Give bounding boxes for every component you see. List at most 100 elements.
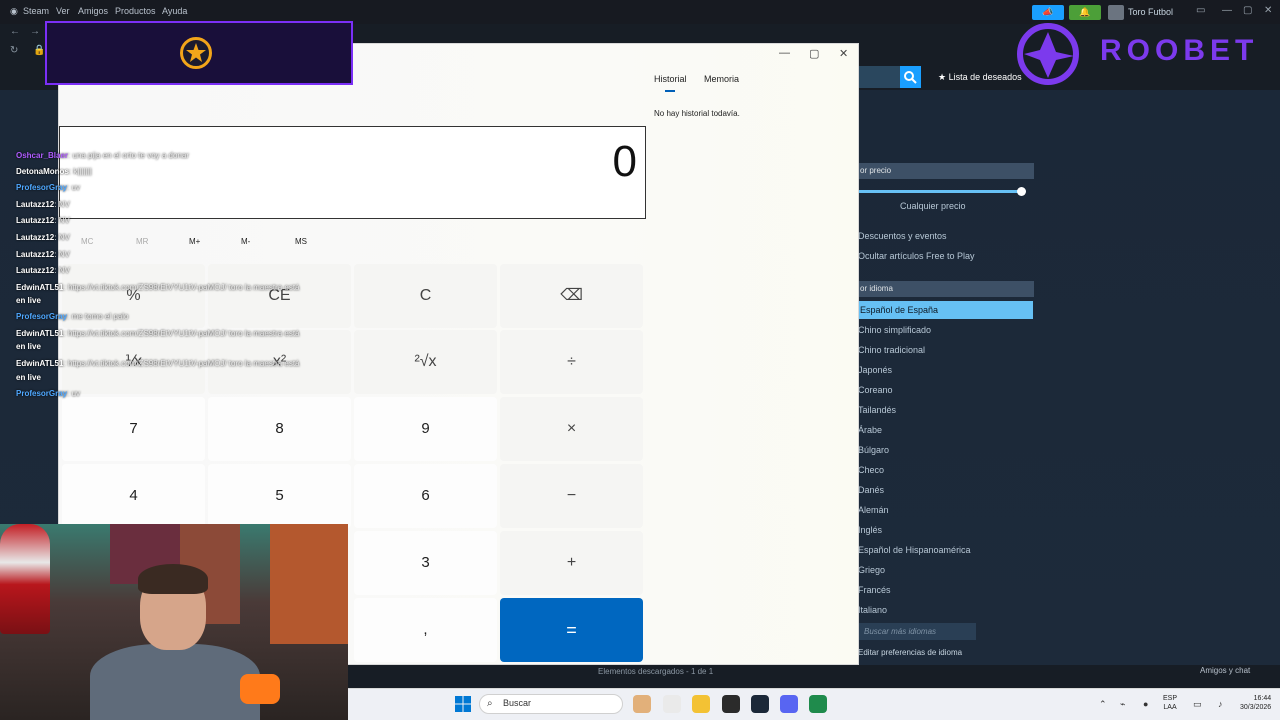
forward-icon[interactable]: → [30,26,40,37]
announce-button[interactable]: 📣 [1032,5,1064,20]
memory-recall-button[interactable]: MR [136,237,148,246]
tray-display-icon[interactable]: ▭ [1193,699,1202,710]
menu-amigos[interactable]: Amigos [78,6,108,16]
file-explorer-icon[interactable] [692,695,710,713]
calc-close-icon[interactable]: ✕ [839,47,848,60]
square-root-button[interactable]: ²√x [354,330,497,394]
maximize-icon[interactable]: ▢ [1243,5,1252,16]
language-selected[interactable]: Español de España [858,301,1033,319]
tab-memory[interactable]: Memoria [704,74,739,84]
tray-mic-icon[interactable]: ● [1143,699,1148,709]
filter-option-hide-free[interactable]: Ocultar artículos Free to Play [858,251,975,261]
digit-9-button[interactable]: 9 [354,397,497,461]
friends-chat-button[interactable]: Amigos y chat [1200,666,1250,675]
wishlist-link[interactable]: ★ Lista de deseados [938,72,1022,83]
calc-minimize-icon[interactable]: — [779,47,790,59]
memory-add-button[interactable]: M+ [189,237,200,246]
chat-text: : https://vt.tiktok.com/ZS98rEtVYU1tV-pa… [63,329,300,338]
digit-8-button[interactable]: 8 [208,397,351,461]
language-option[interactable]: Árabe [858,425,882,435]
tray-chevron-icon[interactable]: ⌃ [1099,699,1107,710]
divide-button[interactable]: ÷ [500,330,643,394]
language-option[interactable]: Griego [858,565,885,575]
menu-steam[interactable]: Steam [23,6,49,16]
downloads-status[interactable]: Elementos descargados - 1 de 1 [598,667,713,676]
chat-message: Lautazz12: NV [16,216,70,225]
minimize-icon[interactable]: — [1222,5,1232,16]
language-option[interactable]: Chino tradicional [858,345,925,355]
chat-message: EdwinATL51: https://vt.tiktok.com/ZS98rE… [16,283,300,292]
taskbar-clock[interactable]: 16:44 30/3/2026 [1240,694,1271,712]
add-button[interactable]: + [500,531,643,595]
menu-ver[interactable]: Ver [56,6,70,16]
language-filter-header[interactable]: or idioma [858,281,1034,297]
language-option[interactable]: Inglés [858,525,882,535]
discord-icon[interactable] [780,695,798,713]
taskbar-search-input[interactable]: ⌕ [479,694,623,714]
language-option[interactable]: Alemán [858,505,889,515]
chat-text: : NV [54,266,70,275]
avatar[interactable] [1108,5,1124,20]
equals-button[interactable]: = [500,598,643,662]
weather-widget-icon[interactable] [633,695,651,713]
language-option[interactable]: Danés [858,485,884,495]
backspace-button[interactable]: ⌫ [500,264,643,328]
display-value: 0 [612,137,637,186]
user-name[interactable]: Toro Futbol [1128,7,1173,17]
steam-logo-icon[interactable]: ◉ [10,6,18,17]
store-search-input[interactable] [858,66,900,88]
chat-username: ProfesorGray [16,312,68,321]
notifications-button[interactable]: 🔔 [1069,5,1101,20]
digit-5-button[interactable]: 5 [208,464,351,528]
language-option[interactable]: Búlgaro [858,445,889,455]
tab-history[interactable]: Historial [654,74,687,84]
language-option[interactable]: Francés [858,585,891,595]
clear-entry-button[interactable]: CE [208,264,351,328]
digit-6-button[interactable]: 6 [354,464,497,528]
digit-4-button[interactable]: 4 [62,464,205,528]
memory-store-button[interactable]: MS [295,237,307,246]
app-icon[interactable] [722,695,740,713]
language-option[interactable]: Checo [858,465,884,475]
chrome-icon[interactable] [663,695,681,713]
calc-maximize-icon[interactable]: ▢ [809,47,819,60]
bigpicture-icon[interactable]: ▭ [1196,5,1205,16]
language-option[interactable]: Chino simplificado [858,325,931,335]
language-option[interactable]: Coreano [858,385,893,395]
price-slider-handle[interactable] [1017,187,1026,196]
tray-volume-icon[interactable]: ♪ [1218,699,1223,709]
memory-subtract-button[interactable]: M- [241,237,250,246]
filter-option-discounts[interactable]: Descuentos y eventos [858,231,947,241]
language-indicator[interactable]: ESP LAA [1163,694,1177,712]
language-option[interactable]: Tailandés [858,405,896,415]
store-search-button[interactable] [900,66,921,88]
roobet-logo [1016,22,1080,86]
chat-text: : https://vt.tiktok.com/ZS98rEtVYU1tV-pa… [63,359,300,368]
multiply-button[interactable]: × [500,397,643,461]
back-icon[interactable]: ← [10,26,20,37]
reload-icon[interactable]: ↻ [10,45,18,56]
chat-message: EdwinATL51: https://vt.tiktok.com/ZS98rE… [16,329,300,338]
digit-7-button[interactable]: 7 [62,397,205,461]
steam-icon[interactable] [751,695,769,713]
chat-text: : NV [54,250,70,259]
decimal-button[interactable]: , [354,598,497,662]
price-slider[interactable] [858,190,1022,193]
clear-button[interactable]: C [354,264,497,328]
menu-productos[interactable]: Productos [115,6,156,16]
language-option[interactable]: Italiano [858,605,887,615]
calculator-icon[interactable] [809,695,827,713]
menu-ayuda[interactable]: Ayuda [162,6,187,16]
price-filter-header[interactable]: or precio [858,163,1034,179]
memory-clear-button[interactable]: MC [81,237,93,246]
tray-network-icon[interactable]: ⌁ [1120,699,1125,710]
language-option[interactable]: Japonés [858,365,892,375]
downloads-bar[interactable] [348,665,1280,688]
windows-start-icon[interactable] [455,696,471,712]
more-languages-input[interactable]: Buscar más idiomas [858,623,976,640]
close-icon[interactable]: ✕ [1264,5,1272,16]
language-option[interactable]: Español de Hispanoamérica [858,545,971,555]
subtract-button[interactable]: − [500,464,643,528]
digit-3-button[interactable]: 3 [354,531,497,595]
language-preferences-link[interactable]: Editar preferencias de idioma [858,648,962,657]
